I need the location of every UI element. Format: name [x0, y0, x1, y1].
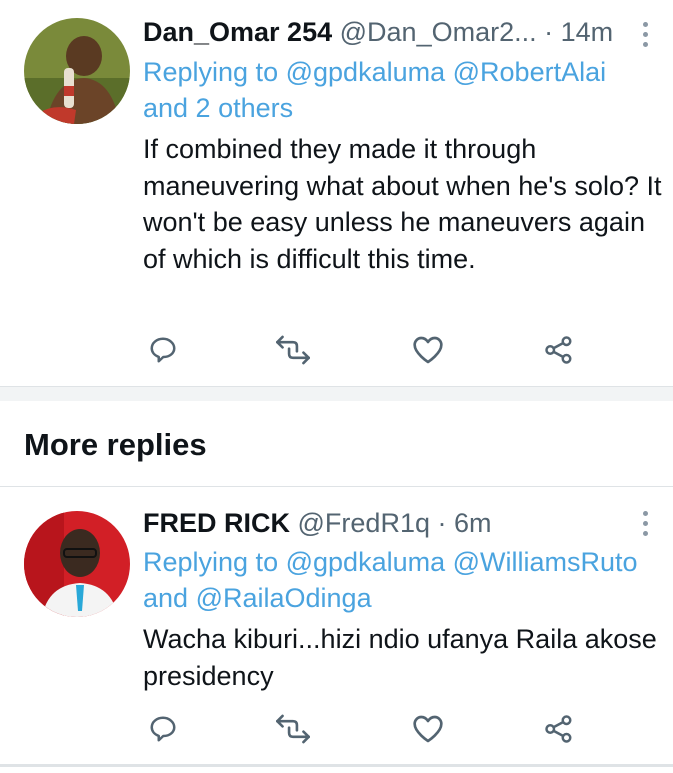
tweet-fred-rick[interactable]: FRED RICK @FredR1q · 6m Replying to @gpd…: [0, 487, 673, 757]
avatar[interactable]: [24, 511, 130, 617]
mention-link[interactable]: @RailaOdinga: [196, 583, 372, 613]
tweet-header: Dan_Omar 254 @Dan_Omar2... · 14m: [143, 17, 613, 48]
mention-link[interactable]: @gpdkaluma: [286, 57, 446, 87]
tweet-actions: [143, 330, 603, 370]
reply-icon[interactable]: [143, 330, 183, 370]
retweet-icon[interactable]: [273, 709, 313, 749]
others-link[interactable]: and 2 others: [143, 93, 293, 123]
more-icon[interactable]: [641, 511, 649, 536]
tweet-dan-omar[interactable]: Dan_Omar 254 @Dan_Omar2... · 14m Replyin…: [0, 0, 673, 386]
display-name[interactable]: FRED RICK: [143, 508, 290, 538]
mention-link[interactable]: @RobertAlai: [453, 57, 606, 87]
user-handle[interactable]: @FredR1q: [298, 508, 430, 538]
display-name[interactable]: Dan_Omar 254: [143, 17, 332, 47]
separator-dot: ·: [544, 17, 554, 47]
separator-dot: ·: [437, 508, 447, 538]
tweet-text: Wacha kiburi...hizi ndio ufanya Raila ak…: [143, 624, 657, 691]
retweet-icon[interactable]: [273, 330, 313, 370]
tweet-actions: [143, 709, 603, 749]
share-icon[interactable]: [539, 330, 579, 370]
timestamp[interactable]: 6m: [454, 508, 492, 538]
replying-to: Replying to @gpdkaluma @WilliamsRuto and…: [143, 544, 663, 616]
like-icon[interactable]: [408, 709, 448, 749]
and-word: and: [143, 583, 189, 613]
reply-icon[interactable]: [143, 709, 183, 749]
user-handle[interactable]: @Dan_Omar2...: [340, 17, 537, 47]
mention-link[interactable]: @WilliamsRuto: [453, 547, 638, 577]
more-icon[interactable]: [641, 22, 649, 47]
timestamp[interactable]: 14m: [561, 17, 614, 47]
like-icon[interactable]: [408, 330, 448, 370]
more-replies-heading: More replies: [24, 427, 207, 462]
tweet-header: FRED RICK @FredR1q · 6m: [143, 508, 492, 539]
replying-prefix: Replying to: [143, 547, 279, 577]
tweet-text: If combined they made it through maneuve…: [143, 134, 662, 274]
share-icon[interactable]: [539, 709, 579, 749]
avatar[interactable]: [24, 18, 130, 124]
mention-link[interactable]: @gpdkaluma: [286, 547, 446, 577]
section-separator: [0, 386, 673, 401]
divider: [0, 764, 673, 767]
replying-prefix: Replying to: [143, 57, 279, 87]
replying-to: Replying to @gpdkaluma @RobertAlai and 2…: [143, 54, 663, 126]
